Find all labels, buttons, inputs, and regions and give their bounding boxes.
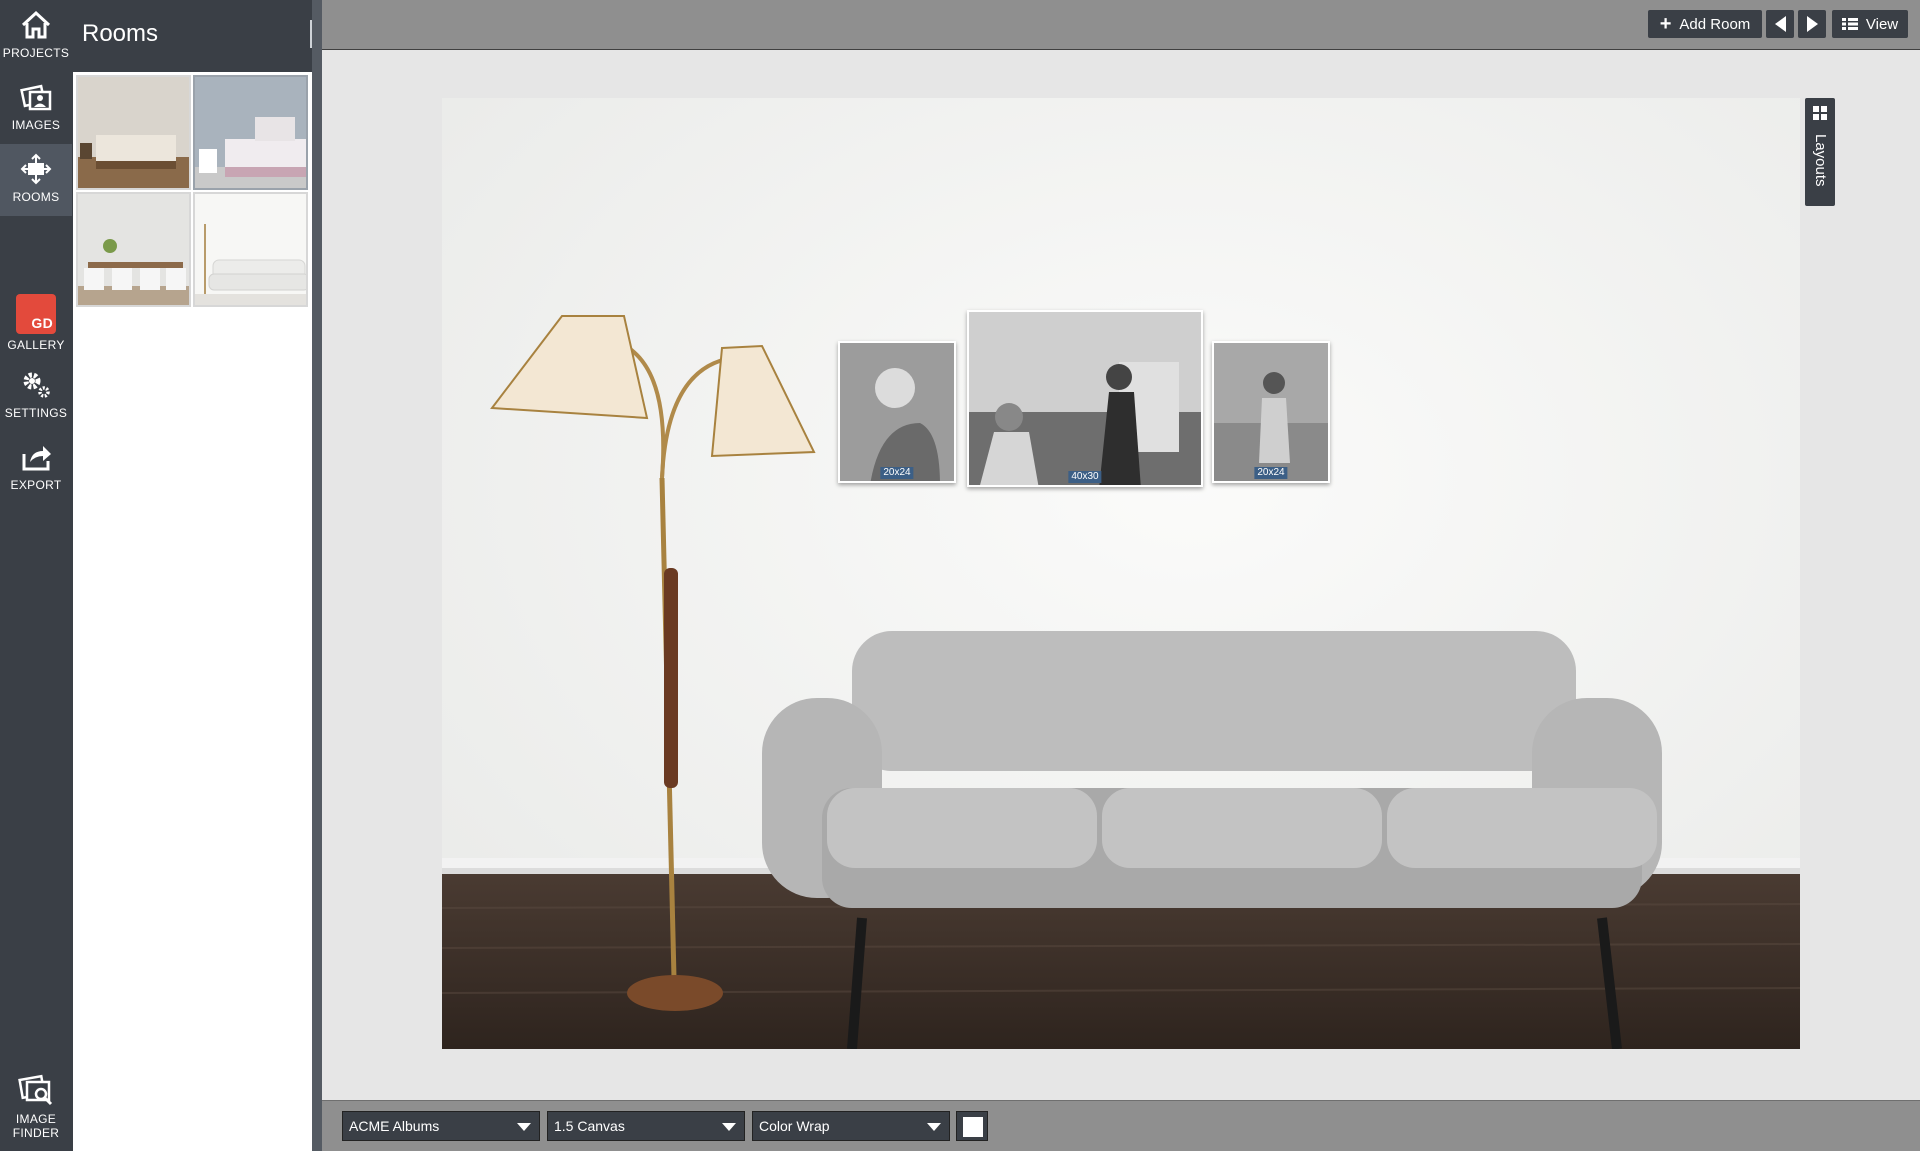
- product-select-value: 1.5 Canvas: [554, 1118, 625, 1134]
- wrap-select-value: Color Wrap: [759, 1118, 830, 1134]
- vendor-select-value: ACME Albums: [349, 1118, 440, 1134]
- nav-settings[interactable]: SETTINGS: [0, 360, 72, 432]
- nav-images[interactable]: IMAGES: [0, 72, 72, 144]
- living-room-sofa-image: [195, 194, 306, 305]
- grid-icon: [1813, 106, 1827, 120]
- plus-icon: +: [1659, 13, 1672, 35]
- room-thumb-bedroom-1[interactable]: [76, 75, 191, 190]
- nav-projects-label: PROJECTS: [2, 46, 70, 60]
- room-canvas: 20x24 40x30 20x24: [322, 50, 1920, 1100]
- nav-export-label: EXPORT: [10, 478, 62, 492]
- bedroom-2-image: [195, 77, 306, 188]
- triangle-left-icon: [1774, 16, 1786, 32]
- rooms-panel: Rooms: [72, 0, 322, 1151]
- dining-room-image: [78, 194, 189, 305]
- layouts-tab[interactable]: Layouts: [1805, 98, 1835, 206]
- room-background-image: [442, 98, 1800, 1049]
- print-1-photo: [840, 343, 954, 481]
- nav-rail: PROJECTS IMAGES ROOMS GD GALLERY SETTING…: [0, 0, 72, 1151]
- canvas-print-1[interactable]: 20x24: [838, 341, 956, 483]
- gallery-badge-text: GD: [31, 315, 53, 331]
- image-finder-icon: [18, 1074, 53, 1106]
- bedroom-1-image: [78, 77, 189, 188]
- panel-divider: [312, 0, 322, 1151]
- chevron-down-icon: [927, 1123, 941, 1131]
- nav-projects[interactable]: PROJECTS: [0, 0, 72, 72]
- nav-image-finder[interactable]: IMAGE FINDER: [0, 1062, 72, 1151]
- list-view-icon: [1841, 18, 1858, 30]
- images-icon: [20, 84, 52, 111]
- add-room-button[interactable]: + Add Room: [1648, 10, 1762, 38]
- nav-export[interactable]: EXPORT: [0, 432, 72, 504]
- rooms-list: [73, 72, 312, 1151]
- print-2-size-label: 40x30: [1068, 471, 1102, 483]
- wrap-color-swatch[interactable]: [956, 1111, 988, 1141]
- print-1-size-label: 20x24: [880, 467, 914, 479]
- top-toolbar: + Add Room View: [322, 0, 1920, 50]
- export-icon: [22, 446, 51, 471]
- chevron-down-icon: [517, 1123, 531, 1131]
- nav-image-finder-label: IMAGE FINDER: [12, 1112, 60, 1140]
- print-3-photo: [1214, 343, 1328, 481]
- canvas-print-2[interactable]: 40x30: [967, 310, 1203, 487]
- room-thumb-dining[interactable]: [76, 192, 191, 307]
- chevron-down-icon: [722, 1123, 736, 1131]
- gears-icon: [23, 372, 50, 398]
- add-room-label: Add Room: [1679, 15, 1751, 33]
- home-icon: [21, 10, 51, 39]
- wrap-select[interactable]: Color Wrap: [752, 1111, 950, 1141]
- nav-gallery[interactable]: GD GALLERY: [0, 288, 72, 360]
- swatch-color: [963, 1117, 983, 1137]
- room-thumb-bedroom-2[interactable]: [193, 75, 308, 190]
- rooms-icon: [20, 153, 52, 185]
- print-3-size-label: 20x24: [1254, 467, 1288, 479]
- next-room-button[interactable]: [1798, 10, 1826, 38]
- view-button[interactable]: View: [1832, 10, 1908, 38]
- nav-settings-label: SETTINGS: [4, 406, 68, 420]
- panel-title: Rooms: [82, 20, 159, 47]
- gallery-badge: GD: [16, 294, 56, 334]
- room-thumb-sofa[interactable]: [193, 192, 308, 307]
- layouts-label: Layouts: [1812, 134, 1829, 187]
- view-label: View: [1865, 15, 1899, 33]
- prev-room-button[interactable]: [1766, 10, 1794, 38]
- vendor-select[interactable]: ACME Albums: [342, 1111, 540, 1141]
- canvas-print-3[interactable]: 20x24: [1212, 341, 1330, 483]
- nav-gallery-label: GALLERY: [7, 338, 65, 352]
- nav-rooms[interactable]: ROOMS: [0, 144, 72, 216]
- nav-rooms-label: ROOMS: [12, 190, 60, 204]
- nav-images-label: IMAGES: [11, 118, 61, 132]
- print-2-photo: [969, 312, 1201, 485]
- product-select[interactable]: 1.5 Canvas: [547, 1111, 745, 1141]
- room-scene: 20x24 40x30 20x24: [442, 98, 1800, 1049]
- bottom-toolbar: ACME Albums 1.5 Canvas Color Wrap: [322, 1100, 1920, 1151]
- triangle-right-icon: [1806, 16, 1818, 32]
